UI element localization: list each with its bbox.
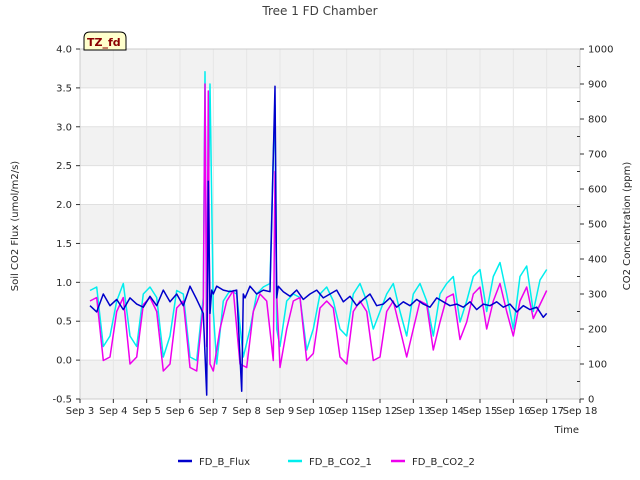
x-tick-label: Sep 15: [463, 406, 498, 417]
y-right-tick-label: 600: [588, 185, 607, 196]
x-tick-label: Sep 16: [496, 406, 531, 417]
legend-item-FD_B_CO2_1: FD_B_CO2_1: [288, 457, 372, 468]
y-left-tick-label: 2.5: [56, 161, 72, 172]
y-right-axis-label: CO2 Concentration (ppm): [622, 162, 633, 291]
y-right-tick-label: 400: [588, 255, 607, 266]
y-right-tick-label: 500: [588, 220, 607, 231]
legend-item-FD_B_Flux: FD_B_Flux: [178, 457, 250, 468]
plot-background: [80, 48, 580, 400]
y-left-tick-label: 3.5: [56, 83, 72, 94]
y-right-tick-label: 900: [588, 80, 607, 91]
x-tick-label: Sep 3: [66, 406, 94, 417]
y-left-tick-label: 1.5: [56, 239, 72, 250]
legend-label: FD_B_CO2_2: [412, 457, 475, 468]
y-right-tick-label: 0: [588, 395, 594, 406]
y-right-tick-label: 100: [588, 360, 607, 371]
y-right-tick-label: 1000: [588, 45, 613, 56]
y-left-tick-label: 0.5: [56, 317, 72, 328]
x-axis-ticks: Sep 3 Sep 4 Sep 5 Sep 6 Sep 7 Sep 8 Sep 9 Sep 1…: [66, 399, 598, 417]
background-band: [80, 126, 580, 166]
y-left-tick-label: -0.5: [52, 395, 72, 406]
legend: FD_B_Flux FD_B_CO2_1 FD_B_CO2_2: [178, 457, 475, 468]
x-tick-label: Sep 8: [232, 406, 260, 417]
x-tick-label: Sep 4: [99, 406, 127, 417]
y-right-axis-ticks: 0 100 200 300 400 500 600 700 800 900 1000: [577, 45, 613, 406]
x-tick-label: Sep 9: [266, 406, 294, 417]
x-tick-label: Sep 7: [199, 406, 227, 417]
x-tick-label: Sep 10: [296, 406, 331, 417]
x-tick-label: Sep 12: [363, 406, 398, 417]
tag-box: TZ_fd: [83, 31, 127, 51]
legend-item-FD_B_CO2_2: FD_B_CO2_2: [391, 457, 475, 468]
y-left-axis-ticks: -0.5 0.0 0.5 1.0 1.5 2.0 2.5 3.0 3.5 4.0: [52, 45, 80, 406]
x-tick-label: Sep 13: [396, 406, 431, 417]
chart: Tree 1 FD Chamber Sep 3 Sep 4 Sep 5 Sep 6 Se…: [10, 4, 633, 468]
x-tick-label: Sep 18: [563, 406, 598, 417]
y-left-axis-label: Soil CO2 Flux (umol/m2/s): [10, 161, 21, 291]
y-right-tick-label: 200: [588, 325, 607, 336]
y-left-tick-label: 1.0: [56, 278, 72, 289]
legend-label: FD_B_Flux: [199, 457, 250, 468]
background-band: [80, 49, 580, 88]
y-right-tick-label: 300: [588, 290, 607, 301]
x-tick-label: Sep 6: [166, 406, 194, 417]
chart-title: Tree 1 FD Chamber: [261, 4, 377, 18]
x-tick-label: Sep 11: [329, 406, 364, 417]
background-band: [80, 360, 580, 399]
y-left-tick-label: 2.0: [56, 200, 72, 211]
tag-label: TZ_fd: [87, 36, 121, 49]
y-right-tick-label: 800: [588, 115, 607, 126]
x-tick-label: Sep 14: [429, 406, 464, 417]
background-band: [80, 204, 580, 244]
y-left-tick-label: 0.0: [56, 356, 72, 367]
legend-label: FD_B_CO2_1: [309, 457, 372, 468]
x-tick-label: Sep 5: [132, 406, 160, 417]
x-tick-label: Sep 17: [529, 406, 564, 417]
y-right-tick-label: 700: [588, 150, 607, 161]
y-left-tick-label: 4.0: [56, 45, 72, 56]
x-axis-label: Time: [554, 425, 579, 436]
y-left-tick-label: 3.0: [56, 122, 72, 133]
